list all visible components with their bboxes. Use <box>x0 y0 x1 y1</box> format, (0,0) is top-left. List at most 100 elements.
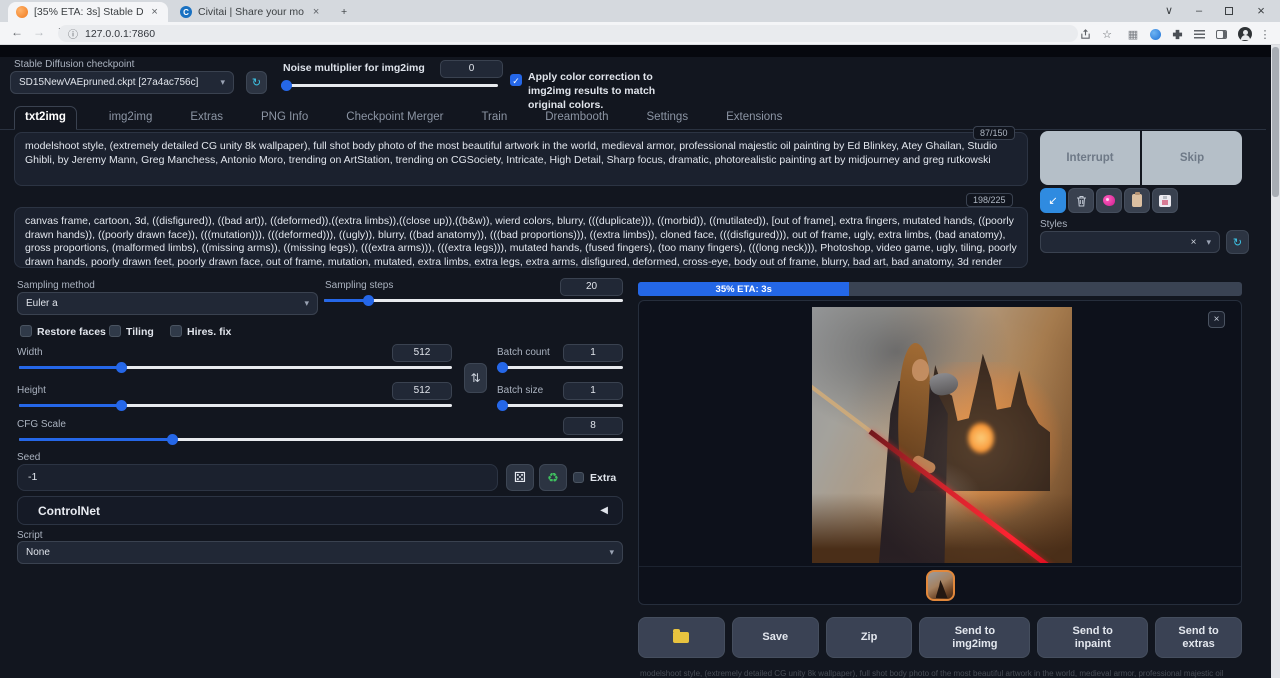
open-folder-button[interactable] <box>638 617 725 658</box>
noise-multiplier-slider[interactable] <box>281 84 498 87</box>
clear-styles-icon[interactable]: × <box>1191 237 1197 248</box>
prompt-textarea[interactable]: modelshoot style, (extremely detailed CG… <box>14 132 1028 186</box>
width-value[interactable]: 512 <box>392 344 452 362</box>
slider-handle[interactable] <box>167 434 178 445</box>
reading-list-icon[interactable] <box>1190 25 1208 43</box>
tab-train[interactable]: Train <box>475 107 513 129</box>
profile-avatar[interactable] <box>1236 25 1254 43</box>
random-artist-palette-button[interactable] <box>1096 188 1122 213</box>
info-icon[interactable]: ⓘ <box>68 26 78 41</box>
height-slider[interactable] <box>19 404 452 407</box>
extension-blue-icon[interactable] <box>1146 25 1164 43</box>
slider-handle[interactable] <box>363 295 374 306</box>
send-to-extras-button[interactable]: Send to extras <box>1155 617 1242 658</box>
skip-button[interactable]: Skip <box>1142 131 1242 185</box>
noise-multiplier-label: Noise multiplier for img2img <box>283 62 425 74</box>
swap-icon: ⇅ <box>470 371 480 385</box>
color-correction-label: Apply color correction to img2img result… <box>528 70 696 112</box>
seed-input[interactable]: -1 <box>17 464 498 491</box>
slider-handle[interactable] <box>497 400 508 411</box>
slider-handle[interactable] <box>116 362 127 373</box>
styles-refresh-button[interactable]: ↻ <box>1226 230 1249 254</box>
interrupt-button[interactable]: Interrupt <box>1040 131 1140 185</box>
tab-txt2img[interactable]: txt2img <box>14 106 77 130</box>
send-to-inpaint-button[interactable]: Send to inpaint <box>1037 617 1148 658</box>
slider-handle[interactable] <box>116 400 127 411</box>
script-dropdown[interactable]: None ▾ <box>17 541 623 564</box>
tab-close-icon[interactable]: × <box>149 6 160 18</box>
sampling-steps-slider[interactable] <box>324 299 623 302</box>
checkpoint-dropdown[interactable]: SD15NewVAEpruned.ckpt [27a4ac756c] ▾ <box>10 71 234 94</box>
height-value[interactable]: 512 <box>392 382 452 400</box>
image-thumbnail[interactable] <box>926 570 955 601</box>
avatar-circle <box>1238 27 1252 41</box>
window-restore-button[interactable] <box>1214 0 1244 22</box>
cfg-scale-value[interactable]: 8 <box>563 417 623 435</box>
slider-handle[interactable] <box>281 80 292 91</box>
menu-kebab-icon[interactable]: ⋮ <box>1256 25 1274 43</box>
slider-handle[interactable] <box>497 362 508 373</box>
send-to-img2img-button[interactable]: Send to img2img <box>919 617 1030 658</box>
controlnet-accordion[interactable]: ControlNet ◀ <box>17 496 623 525</box>
paste-generation-params-button[interactable]: ↙ <box>1040 188 1066 213</box>
progress-text: 35% ETA: 3s <box>716 284 772 295</box>
tab-img2img[interactable]: img2img <box>103 107 158 129</box>
checkpoint-refresh-button[interactable]: ↻ <box>246 71 267 94</box>
refresh-icon: ↻ <box>1233 236 1242 249</box>
sampling-method-dropdown[interactable]: Euler a ▾ <box>17 292 318 315</box>
tab-checkpoint-merger[interactable]: Checkpoint Merger <box>340 107 449 129</box>
close-icon: × <box>1214 314 1220 325</box>
side-panel-icon[interactable] <box>1212 25 1230 43</box>
window-close-button[interactable]: × <box>1246 0 1276 22</box>
batch-count-slider[interactable] <box>497 366 623 369</box>
batch-size-slider[interactable] <box>497 404 623 407</box>
tiling-checkbox[interactable] <box>109 325 121 337</box>
tab-close-icon[interactable]: × <box>310 6 322 18</box>
noise-multiplier-value[interactable]: 0 <box>440 60 503 78</box>
tab-extensions[interactable]: Extensions <box>720 107 788 129</box>
restore-faces-checkbox[interactable] <box>20 325 32 337</box>
sampling-method-value: Euler a <box>26 298 58 309</box>
extra-seed-checkbox[interactable] <box>573 472 584 483</box>
extension-grid-icon[interactable]: ▦ <box>1124 25 1142 43</box>
window-chevron-button[interactable]: ∨ <box>1154 0 1184 22</box>
save-button[interactable]: Save <box>732 617 819 658</box>
address-bar[interactable]: ⓘ 127.0.0.1:7860 <box>58 25 1078 42</box>
extensions-puzzle-icon[interactable] <box>1168 25 1186 43</box>
restore-icon <box>1225 7 1233 15</box>
styles-dropdown[interactable]: × ▾ <box>1040 231 1220 253</box>
sampling-method-label: Sampling method <box>17 280 95 291</box>
page-scrollbar[interactable] <box>1271 45 1280 678</box>
share-icon[interactable] <box>1076 25 1094 43</box>
save-style-button[interactable] <box>1152 188 1178 213</box>
generated-image-preview[interactable] <box>812 307 1072 563</box>
swap-dimensions-button[interactable]: ⇅ <box>464 363 487 393</box>
tab-stable-diffusion[interactable]: [35% ETA: 3s] Stable Diffusion × <box>8 2 168 22</box>
tab-civitai[interactable]: C Civitai | Share your models × <box>172 2 330 22</box>
tab-dreambooth[interactable]: Dreambooth <box>539 107 614 129</box>
width-slider[interactable] <box>19 366 452 369</box>
bookmark-star-icon[interactable]: ☆ <box>1098 25 1116 43</box>
tab-png-info[interactable]: PNG Info <box>255 107 314 129</box>
negative-prompt-textarea[interactable]: canvas frame, cartoon, 3d, ((disfigured)… <box>14 207 1028 268</box>
tab-extras[interactable]: Extras <box>184 107 229 129</box>
new-tab-button[interactable]: + <box>334 2 354 22</box>
cfg-scale-slider[interactable] <box>19 438 623 441</box>
back-button[interactable]: ← <box>8 25 26 39</box>
reuse-seed-button[interactable]: ♻ <box>539 464 567 491</box>
random-seed-button[interactable]: ⚄ <box>506 464 534 491</box>
accordion-collapse-icon: ◀ <box>600 505 608 516</box>
tab-settings[interactable]: Settings <box>641 107 695 129</box>
preview-close-button[interactable]: × <box>1208 311 1225 328</box>
apply-style-button[interactable] <box>1124 188 1150 213</box>
forward-button[interactable]: → <box>30 25 48 39</box>
hires-fix-checkbox[interactable] <box>170 325 182 337</box>
clear-prompt-button[interactable] <box>1068 188 1094 213</box>
window-minimize-button[interactable]: – <box>1184 0 1214 22</box>
scrollbar-thumb[interactable] <box>1272 47 1279 197</box>
sampling-steps-value[interactable]: 20 <box>560 278 623 296</box>
zip-button[interactable]: Zip <box>826 617 913 658</box>
batch-count-value[interactable]: 1 <box>563 344 623 362</box>
batch-size-value[interactable]: 1 <box>563 382 623 400</box>
color-correction-checkbox[interactable]: ✓ <box>510 74 522 86</box>
